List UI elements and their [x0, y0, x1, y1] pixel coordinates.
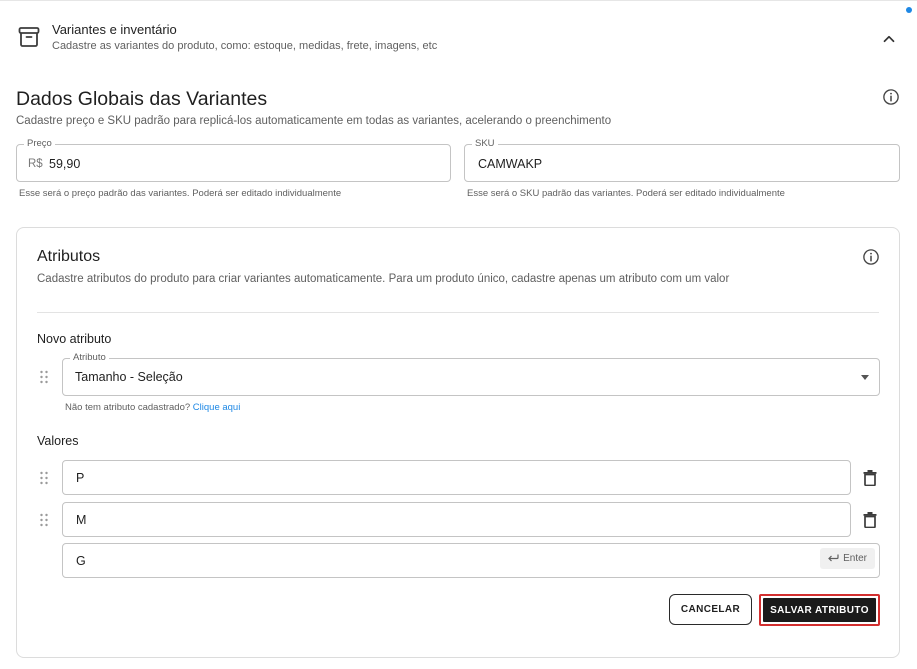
- value-text: M: [76, 513, 87, 527]
- drag-handle-icon[interactable]: [39, 370, 49, 384]
- value-text: P: [76, 471, 85, 485]
- price-field[interactable]: Preço R$ 59,90: [16, 138, 451, 182]
- attribute-hint-text: Não tem atributo cadastrado?: [65, 402, 191, 413]
- attributes-title: Atributos: [37, 248, 101, 265]
- create-attribute-link[interactable]: Clique aqui: [193, 402, 241, 413]
- global-data-title: Dados Globais das Variantes: [16, 88, 268, 110]
- price-currency-prefix: R$: [28, 158, 43, 170]
- trash-icon[interactable]: [863, 470, 877, 486]
- values-label: Valores: [37, 434, 79, 448]
- save-attribute-button[interactable]: SALVAR ATRIBUTO: [763, 598, 876, 622]
- info-icon[interactable]: [862, 248, 880, 266]
- attribute-hint: Não tem atributo cadastrado? Clique aqui: [65, 402, 240, 413]
- price-helper-text: Esse será o preço padrão das variantes. …: [19, 188, 342, 199]
- enter-hint-label: Enter: [843, 553, 867, 564]
- drag-handle-icon[interactable]: [39, 471, 49, 485]
- save-attribute-highlight[interactable]: SALVAR ATRIBUTO: [759, 594, 880, 626]
- attribute-select[interactable]: Atributo Tamanho - Seleção: [62, 352, 880, 396]
- archive-box-icon: [18, 27, 40, 47]
- sku-helper-text: Esse será o SKU padrão das variantes. Po…: [467, 188, 785, 199]
- new-value-input[interactable]: G Enter: [62, 543, 880, 578]
- new-value-text: G: [76, 554, 86, 568]
- section-title: Variantes e inventário: [52, 22, 177, 37]
- sku-field[interactable]: SKU CAMWAKP: [464, 138, 900, 182]
- attribute-select-label: Atributo: [70, 352, 109, 364]
- new-attribute-label: Novo atributo: [37, 332, 112, 346]
- value-field[interactable]: P: [62, 460, 851, 495]
- trash-icon[interactable]: [863, 512, 877, 528]
- attribute-select-value: Tamanho - Seleção: [75, 370, 183, 384]
- price-label: Preço: [24, 138, 55, 150]
- info-icon[interactable]: [882, 88, 900, 106]
- attributes-card: Atributos Cadastre atributos do produto …: [16, 227, 900, 658]
- top-divider: [0, 0, 917, 1]
- variants-section-header[interactable]: Variantes e inventário Cadastre as varia…: [0, 12, 917, 62]
- drag-handle-icon[interactable]: [39, 513, 49, 527]
- attributes-subtitle: Cadastre atributos do produto para criar…: [37, 273, 730, 285]
- sku-label: SKU: [472, 138, 498, 150]
- price-value: 59,90: [49, 157, 81, 171]
- enter-return-icon: [828, 554, 839, 562]
- sku-value: CAMWAKP: [478, 157, 543, 171]
- section-subtitle: Cadastre as variantes do produto, como: …: [52, 40, 438, 52]
- cancel-button[interactable]: CANCELAR: [669, 594, 752, 625]
- dropdown-caret-icon: [861, 375, 869, 380]
- global-data-subtitle: Cadastre preço e SKU padrão para replicá…: [16, 115, 612, 127]
- card-divider: [37, 312, 879, 313]
- chevron-up-icon[interactable]: [880, 30, 898, 48]
- value-field[interactable]: M: [62, 502, 851, 537]
- enter-hint-chip: Enter: [820, 548, 875, 569]
